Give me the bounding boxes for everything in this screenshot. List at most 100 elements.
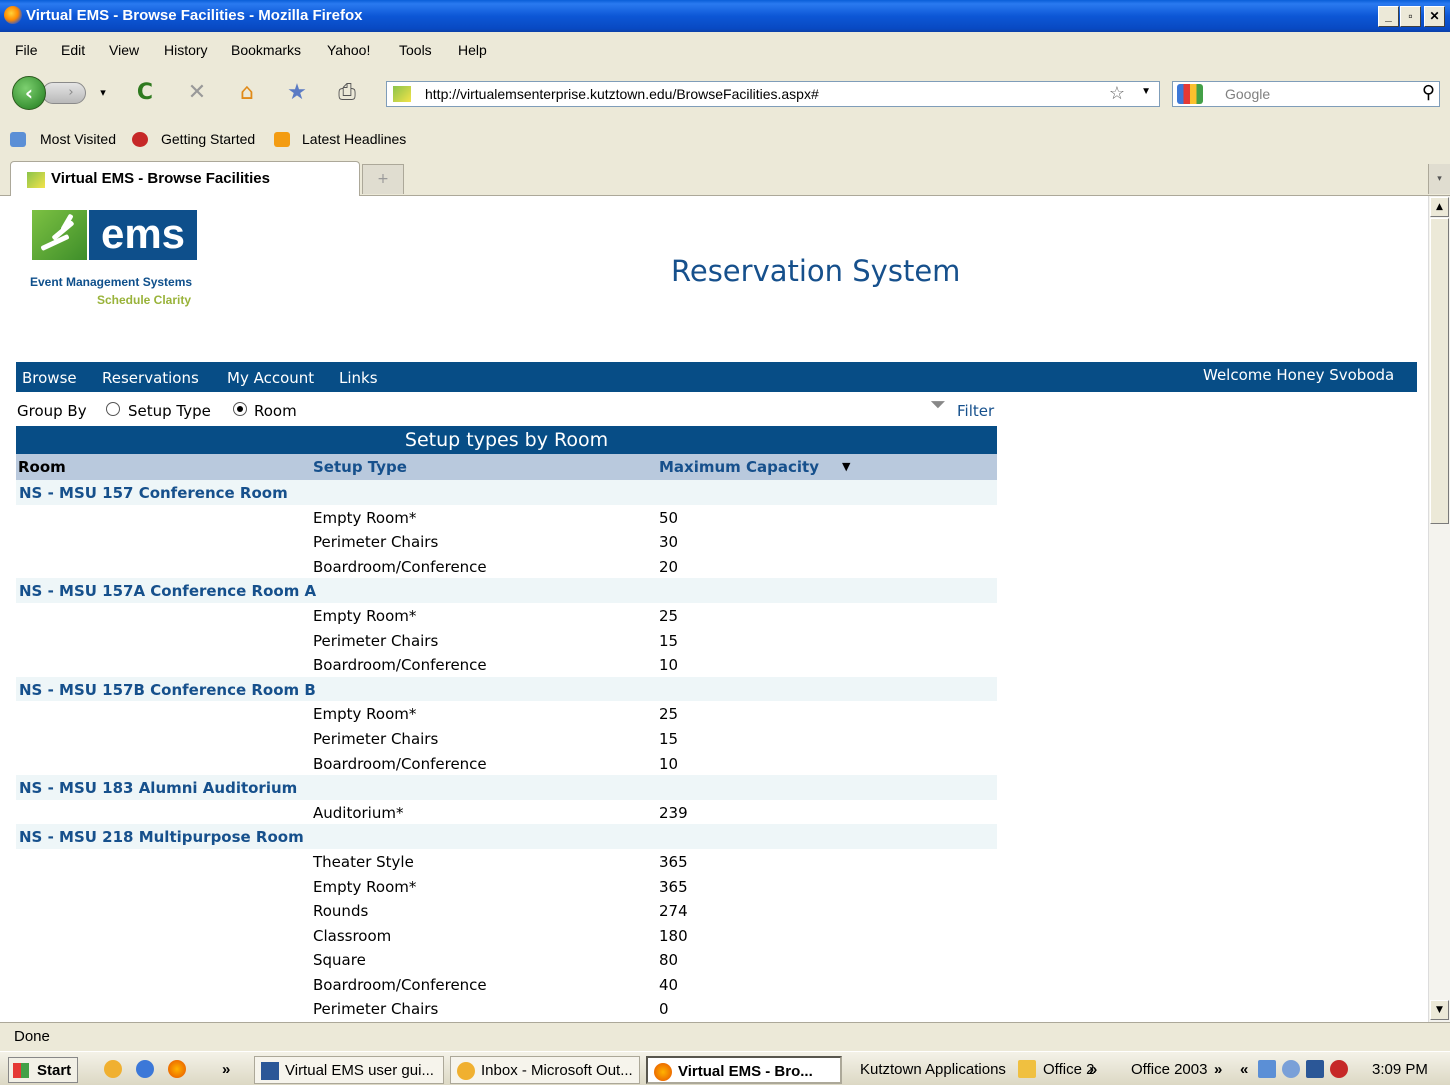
- setup-type-cell: Empty Room*: [313, 877, 417, 896]
- network-icon[interactable]: [1258, 1060, 1276, 1078]
- room-group-row[interactable]: NS - MSU 157A Conference Room A: [16, 578, 997, 603]
- quicklaunch-browser-icon[interactable]: [104, 1060, 122, 1078]
- minimize-button[interactable]: _: [1378, 6, 1399, 27]
- window-titlebar: Virtual EMS - Browse Facilities - Mozill…: [0, 0, 1450, 32]
- google-icon[interactable]: [1177, 84, 1203, 104]
- room-name-link[interactable]: NS - MSU 218 Multipurpose Room: [19, 828, 304, 846]
- setup-type-cell: Perimeter Chairs: [313, 1000, 439, 1019]
- logo-burst-icon: [32, 210, 87, 260]
- room-name-link[interactable]: NS - MSU 183 Alumni Auditorium: [19, 779, 297, 797]
- column-setup-type[interactable]: Setup Type: [313, 458, 407, 476]
- new-tab-button[interactable]: +: [362, 164, 404, 194]
- setup-type-cell: Boardroom/Conference: [313, 754, 487, 773]
- setup-row: Perimeter Chairs 15: [16, 726, 997, 751]
- bookmark-star-icon[interactable]: ★: [284, 80, 310, 106]
- menu-view[interactable]: View: [109, 42, 139, 58]
- room-name-link[interactable]: NS - MSU 157A Conference Room A: [19, 582, 316, 600]
- nav-reservations[interactable]: Reservations: [102, 369, 199, 387]
- menu-bookmarks[interactable]: Bookmarks: [231, 42, 301, 58]
- capacity-cell: 274: [659, 902, 688, 921]
- nav-my-account[interactable]: My Account: [227, 369, 314, 387]
- restore-button[interactable]: ▫: [1400, 6, 1421, 27]
- url-dropdown-icon[interactable]: ▼: [1141, 86, 1151, 97]
- room-group-row[interactable]: NS - MSU 157B Conference Room B: [16, 676, 997, 702]
- capacity-cell: 239: [659, 803, 688, 822]
- room-group-row[interactable]: NS - MSU 218 Multipurpose Room: [16, 824, 997, 849]
- filter-icon[interactable]: ⏷: [930, 392, 946, 416]
- back-button[interactable]: ‹: [12, 76, 46, 110]
- quicklaunch-chevron[interactable]: »: [222, 1061, 230, 1078]
- page-title: Reservation System: [671, 254, 961, 288]
- quicklaunch-app-icon[interactable]: [136, 1060, 154, 1078]
- tray-expand-chevron[interactable]: «: [1240, 1061, 1248, 1078]
- home-icon[interactable]: ⌂: [234, 80, 260, 106]
- search-placeholder: Google: [1225, 86, 1271, 102]
- stop-icon[interactable]: ✕: [184, 80, 210, 106]
- scroll-down-button[interactable]: ▼: [1430, 1000, 1449, 1020]
- tab-virtual-ems[interactable]: Virtual EMS - Browse Facilities: [10, 161, 360, 196]
- tab-list-button[interactable]: ▾: [1428, 164, 1450, 194]
- search-tray-icon[interactable]: [1282, 1060, 1300, 1078]
- menu-tools[interactable]: Tools: [399, 42, 432, 58]
- task-outlook[interactable]: Inbox - Microsoft Out...: [450, 1056, 640, 1084]
- folder-icon: [1018, 1060, 1036, 1078]
- bookmark-getting-started[interactable]: Getting Started: [161, 131, 255, 147]
- menu-edit[interactable]: Edit: [61, 42, 85, 58]
- setup-row: Square 80: [16, 947, 997, 972]
- start-button[interactable]: Start: [8, 1057, 78, 1083]
- history-dropdown-icon[interactable]: ▾: [90, 80, 116, 106]
- rss-feed-icon: [274, 132, 290, 147]
- reload-icon[interactable]: C: [132, 80, 158, 106]
- radio-room-label[interactable]: Room: [254, 402, 297, 420]
- bookmark-most-visited[interactable]: Most Visited: [40, 131, 116, 147]
- radio-room[interactable]: [233, 402, 247, 416]
- toolbar-office-2[interactable]: Office 2: [1043, 1061, 1094, 1078]
- search-box[interactable]: Google ⚲: [1172, 81, 1440, 107]
- security-tray-icon[interactable]: [1330, 1060, 1348, 1078]
- bookmark-this-page-icon[interactable]: ☆: [1109, 83, 1125, 104]
- grid-rows: NS - MSU 157 Conference Room Empty Room* 5…: [16, 480, 997, 1021]
- scroll-thumb[interactable]: [1430, 218, 1449, 524]
- tray-app-icon[interactable]: [1306, 1060, 1324, 1078]
- room-group-row[interactable]: NS - MSU 183 Alumni Auditorium: [16, 775, 997, 800]
- setup-type-cell: Boardroom/Conference: [313, 557, 487, 576]
- toolbar-chevron-2[interactable]: »: [1214, 1061, 1222, 1078]
- room-group-row[interactable]: NS - MSU 157 Conference Room: [16, 480, 997, 505]
- column-room: Room: [18, 458, 66, 476]
- task-label: Virtual EMS - Bro...: [678, 1063, 813, 1080]
- bookmark-latest-headlines[interactable]: Latest Headlines: [302, 131, 406, 147]
- room-name-link[interactable]: NS - MSU 157B Conference Room B: [19, 681, 316, 699]
- nav-links[interactable]: Links: [339, 369, 378, 387]
- toolbar-kutztown-apps[interactable]: Kutztown Applications: [860, 1061, 1006, 1078]
- radio-setup-type[interactable]: [106, 402, 120, 416]
- room-name-link[interactable]: NS - MSU 157 Conference Room: [19, 484, 288, 502]
- scroll-up-button[interactable]: ▲: [1430, 197, 1449, 217]
- menu-yahoo[interactable]: Yahoo!: [327, 42, 370, 58]
- menu-history[interactable]: History: [164, 42, 208, 58]
- start-label: Start: [37, 1062, 72, 1079]
- filter-link[interactable]: Filter: [957, 402, 994, 420]
- close-button[interactable]: ✕: [1424, 6, 1445, 27]
- setup-row: Theater Style 365: [16, 849, 997, 874]
- toolbar-office-2003[interactable]: Office 2003: [1131, 1061, 1207, 1078]
- nav-browse[interactable]: Browse: [22, 369, 77, 387]
- radio-setup-type-label[interactable]: Setup Type: [128, 402, 211, 420]
- task-word-doc[interactable]: Virtual EMS user gui...: [254, 1056, 444, 1084]
- grid-header: Room Setup Type Maximum Capacity ▼: [16, 454, 997, 480]
- menu-help[interactable]: Help: [458, 42, 487, 58]
- print-icon[interactable]: ⎙: [334, 80, 360, 106]
- toolbar-chevron-1[interactable]: »: [1089, 1061, 1097, 1078]
- status-bar: Done: [0, 1022, 1450, 1050]
- address-bar[interactable]: http://virtualemsenterprise.kutztown.edu…: [386, 81, 1160, 107]
- quicklaunch-firefox-icon[interactable]: [168, 1060, 186, 1078]
- setup-row: Perimeter Chairs 30: [16, 529, 997, 554]
- vertical-scrollbar[interactable]: ▲ ▼: [1428, 196, 1450, 1022]
- capacity-cell: 50: [659, 508, 679, 527]
- forward-button[interactable]: ›: [42, 82, 86, 104]
- column-maximum-capacity[interactable]: Maximum Capacity: [659, 458, 819, 476]
- task-firefox[interactable]: Virtual EMS - Bro...: [646, 1056, 842, 1084]
- url-text: http://virtualemsenterprise.kutztown.edu…: [425, 86, 819, 102]
- search-icon[interactable]: ⚲: [1422, 82, 1435, 103]
- menu-file[interactable]: File: [15, 42, 38, 58]
- capacity-cell: 10: [659, 656, 679, 675]
